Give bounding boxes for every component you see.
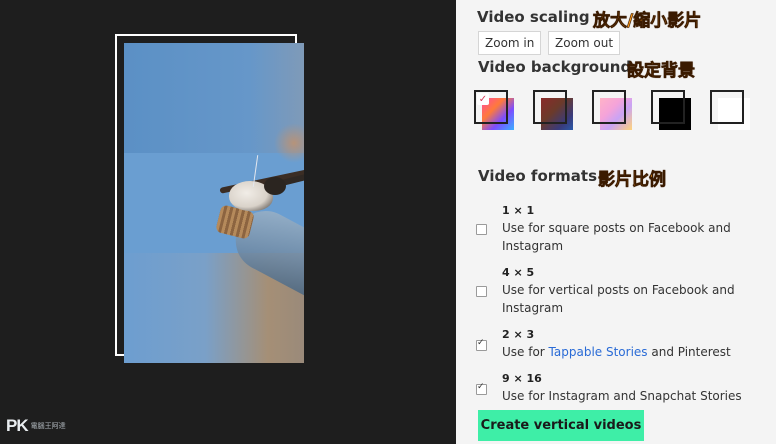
video-formats-annotation: 影片比例: [598, 170, 667, 191]
video-background-heading: Video background: [478, 58, 632, 76]
logo-subtext: 電腦王阿達: [30, 422, 66, 430]
swatch-frame: [710, 90, 744, 124]
format-checkbox[interactable]: [476, 286, 487, 297]
format-checkbox-checked[interactable]: [476, 338, 487, 351]
logo-text: PK: [6, 416, 29, 435]
bird-head: [264, 177, 286, 195]
swatch-frame: [592, 90, 626, 124]
format-description: Use for vertical posts on Facebook and I…: [502, 283, 735, 315]
background-swatch-gradient-pastel[interactable]: [592, 90, 632, 130]
video-scaling-annotation: 放大/縮小影片: [593, 11, 702, 32]
settings-panel: Video scaling 放大/縮小影片 Zoom in Zoom out V…: [456, 0, 776, 444]
background-swatch-gradient-dark[interactable]: [533, 90, 573, 130]
video-formats-heading: Video formats: [478, 167, 598, 185]
format-ratio: 1 × 1: [502, 204, 535, 217]
format-description-prefix: Use for: [502, 345, 549, 359]
format-ratio: 4 × 5: [502, 266, 535, 279]
background-swatch-white[interactable]: [710, 90, 750, 130]
video-scaling-heading: Video scaling: [477, 8, 590, 26]
format-description-suffix: and Pinterest: [647, 345, 731, 359]
create-vertical-videos-button[interactable]: Create vertical videos: [478, 410, 644, 441]
format-checkbox[interactable]: [476, 224, 487, 235]
video-preview[interactable]: [124, 43, 304, 363]
format-ratio: 2 × 3: [502, 328, 535, 341]
video-background-annotation: 設定背景: [627, 61, 696, 82]
background-swatch-gradient-rainbow[interactable]: ✓: [474, 90, 514, 130]
format-ratio: 9 × 16: [502, 372, 542, 385]
swatch-frame: [651, 90, 685, 124]
format-description: Use for Tappable Stories and Pinterest: [502, 343, 762, 361]
zoom-out-button[interactable]: Zoom out: [548, 31, 621, 55]
watermark-logo: PK 電腦王阿達: [6, 416, 66, 436]
format-checkbox-checked[interactable]: [476, 382, 487, 395]
preview-area: PK 電腦王阿達: [0, 0, 456, 444]
swatch-frame: [533, 90, 567, 124]
format-description: Use for Instagram and Snapchat Stories: [502, 389, 742, 403]
background-swatch-black[interactable]: [651, 90, 691, 130]
zoom-in-button[interactable]: Zoom in: [478, 31, 542, 55]
selected-check-icon: ✓: [477, 93, 489, 105]
tappable-stories-link[interactable]: Tappable Stories: [549, 345, 648, 359]
format-description: Use for square posts on Facebook and Ins…: [502, 221, 731, 253]
